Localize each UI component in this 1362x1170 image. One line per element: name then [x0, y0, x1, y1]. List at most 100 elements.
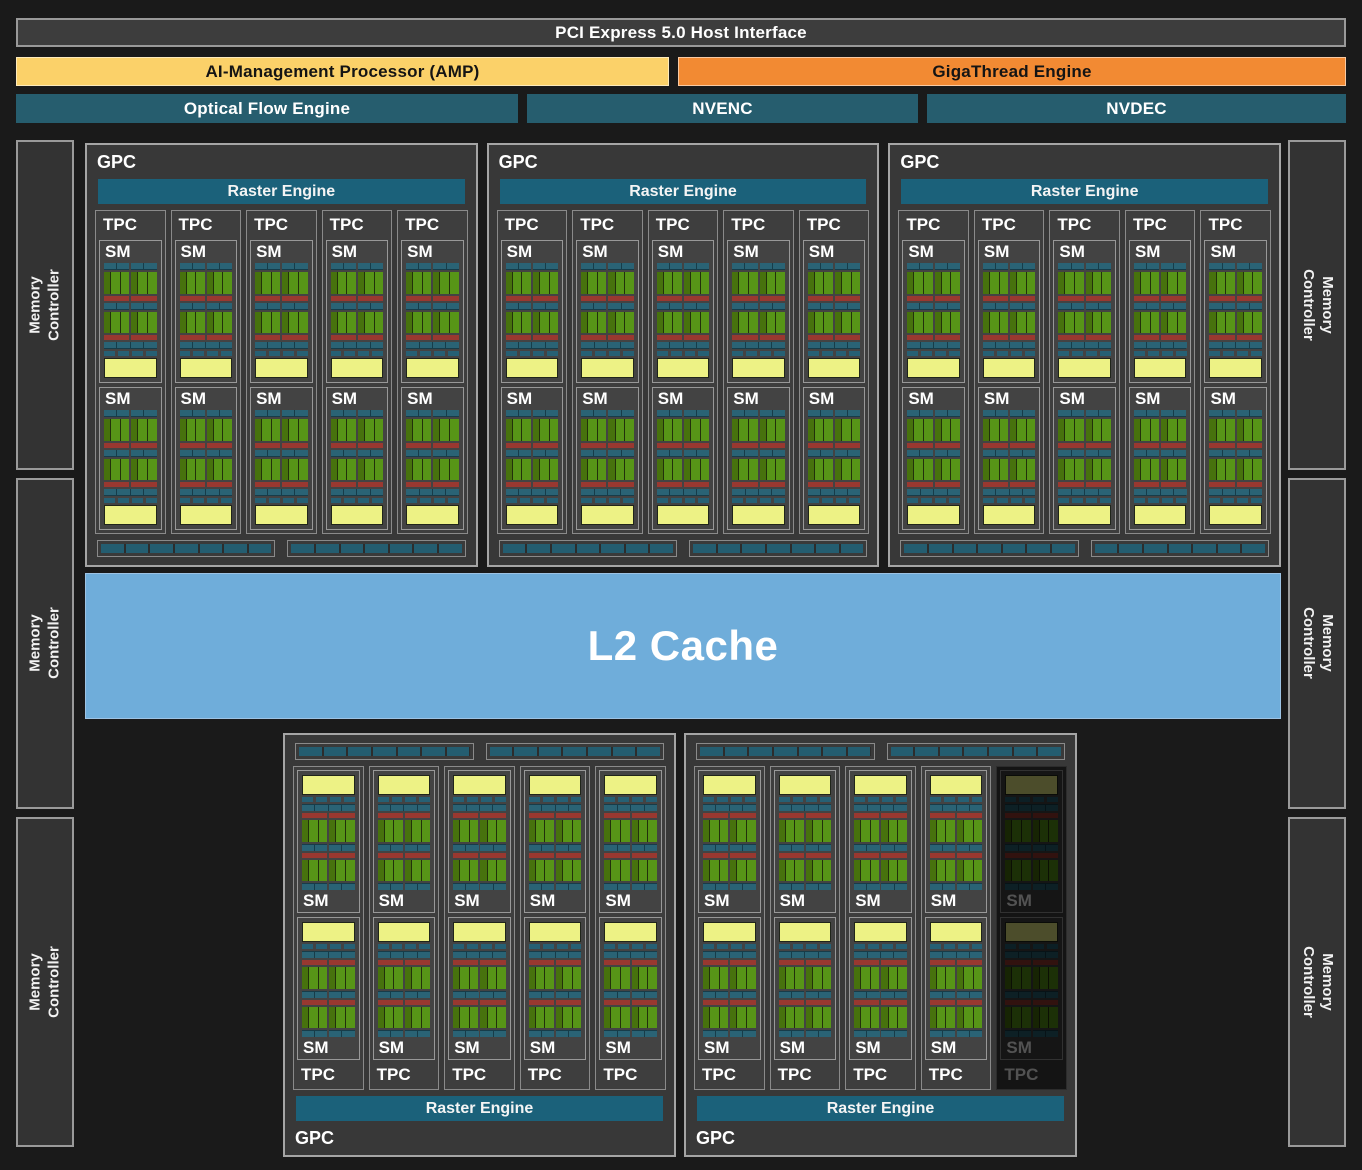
green-core-stripe-dark: [807, 311, 814, 333]
green-core-stripe-dark: [433, 272, 440, 294]
tpc-label: TPC: [1004, 1065, 1039, 1084]
green-core-stripe-bright: [898, 859, 907, 881]
sm-teal-bar: [255, 263, 281, 270]
sm-yellow-block: [528, 775, 582, 795]
sm-block: SM: [1053, 387, 1116, 530]
sm-dash-segment: [533, 351, 545, 356]
sm-green-core-block: [907, 272, 933, 294]
sm-dash-segment: [595, 351, 606, 356]
sm-dash-segment: [117, 498, 129, 503]
green-core-stripe-bright: [440, 311, 450, 333]
green-core-stripe-bright: [1216, 419, 1226, 441]
sm-green-core-block: [982, 419, 1009, 441]
sm-dash-segment: [193, 498, 205, 503]
sm-red-bar: [807, 442, 834, 448]
teal-bar-segment: [934, 263, 947, 269]
teal-bar-segment: [315, 952, 328, 958]
green-core-stripe-bright: [814, 311, 824, 333]
sm-teal-bar: [1032, 843, 1058, 851]
teal-bar-segment: [581, 302, 594, 309]
sm-teal-bar: [179, 302, 205, 310]
sm-green-core-block: [1209, 419, 1235, 441]
green-core-stripe-dark: [732, 458, 739, 480]
sm-red-bar: [778, 999, 804, 1005]
sm-green-core-block: [656, 272, 682, 294]
green-core-stripe-bright: [1177, 311, 1187, 333]
sm-dash-segment: [949, 498, 960, 503]
sm-dash-segment: [882, 797, 893, 802]
green-core-stripe-bright: [450, 311, 459, 333]
raster-strip-segment: [1119, 544, 1142, 553]
teal-bar-segment: [330, 489, 343, 495]
teal-bar-segment: [847, 489, 861, 495]
teal-bar-segment: [419, 410, 432, 416]
green-core-stripe-bright: [973, 1006, 983, 1028]
teal-bar-segment: [406, 342, 419, 348]
sm-teal-bar: [131, 449, 157, 457]
sm-core-columns: [732, 263, 785, 340]
sm-core-columns: [406, 410, 459, 487]
sm-teal-bar: [1058, 410, 1084, 417]
teal-bar-segment: [1071, 302, 1084, 309]
gpc-label: GPC: [97, 152, 137, 172]
sm-teal-bar: [179, 489, 233, 496]
teal-bar-segment: [848, 449, 861, 456]
sm-dash-segment: [104, 351, 115, 356]
sm-core-column: [907, 410, 933, 487]
sm-green-core-block: [433, 419, 459, 441]
sm-dash-segment: [505, 498, 517, 503]
green-core-stripe-dark: [807, 458, 814, 480]
sm-teal-bar: [730, 990, 756, 998]
sm-teal-bar: [255, 449, 281, 457]
sm-green-core-block: [807, 272, 834, 294]
sm-core-columns: [656, 410, 710, 487]
sm-core-column: [556, 960, 582, 1037]
green-core-stripe-bright: [1017, 419, 1026, 441]
sm-red-bar: [433, 295, 459, 301]
sm-red-bar: [329, 960, 355, 965]
sm-teal-bar: [684, 263, 710, 270]
sm-teal-bar: [453, 990, 479, 998]
teal-bar-segment: [371, 302, 384, 309]
teal-bar-segment: [684, 302, 697, 309]
sm-teal-bar: [357, 302, 384, 310]
sm-green-core-block: [532, 419, 559, 441]
sm-label: SM: [454, 1038, 480, 1057]
sm-dash-segment: [296, 351, 308, 356]
sm-dash-segment: [730, 797, 742, 802]
green-core-stripe-dark: [433, 419, 440, 441]
raster-strip-segment: [551, 544, 575, 553]
sm-teal-bar: [433, 410, 459, 417]
sm-green-core-block: [835, 272, 861, 294]
teal-bar-segment: [556, 991, 569, 998]
tpc-block: TPC SM SM: [170, 210, 242, 534]
tpc-block: TPC SM SM: [246, 210, 317, 534]
green-core-stripe-bright: [1253, 419, 1262, 441]
green-core-stripe-dark: [1058, 311, 1065, 333]
sm-core-column: [406, 410, 432, 487]
green-core-stripe-dark: [759, 311, 766, 333]
sm-core-column: [206, 263, 233, 340]
green-core-stripe-bright: [814, 272, 824, 294]
sm-dash-row: [302, 944, 355, 949]
teal-bar-segment: [745, 410, 758, 416]
sm-core-column: [255, 410, 281, 487]
sm-dash-row: [1005, 797, 1058, 802]
teal-bar-segment: [929, 844, 942, 851]
sm-teal-bar: [377, 990, 403, 998]
sm-red-bar: [778, 813, 804, 818]
green-core-stripe-bright: [563, 859, 572, 881]
green-core-stripe-bright: [1039, 1006, 1049, 1028]
sm-green-core-block: [778, 859, 804, 881]
green-core-stripe-bright: [374, 311, 384, 333]
teal-bar-segment: [466, 805, 479, 811]
sm-green-core-block: [934, 311, 960, 333]
sm-dash-segment: [1251, 498, 1263, 503]
green-core-stripe-bright: [710, 820, 719, 842]
sm-green-core-block: [805, 1006, 832, 1028]
sm-dash-row: [732, 351, 785, 356]
green-core-stripe-dark: [453, 1006, 460, 1028]
tpc-label: TPC: [1132, 215, 1167, 234]
sm-red-bar: [778, 852, 804, 858]
sm-core-column: [732, 410, 758, 487]
